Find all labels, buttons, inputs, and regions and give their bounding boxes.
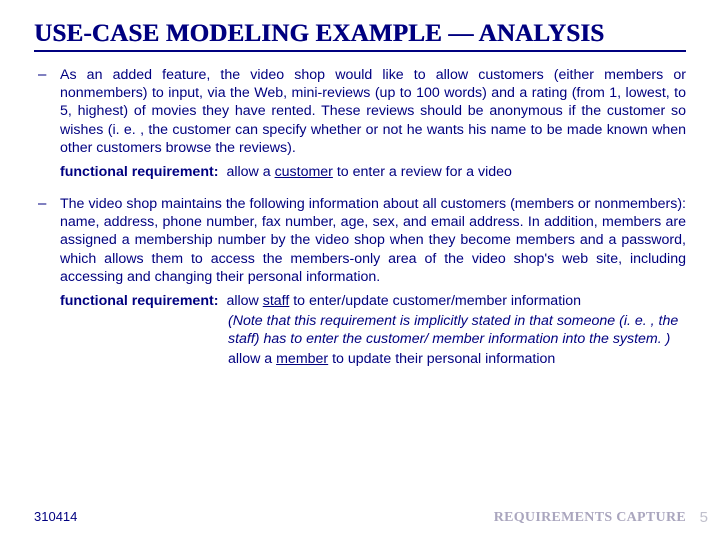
fr-text: to update their personal information: [328, 351, 555, 367]
fr-label: functional requirement:: [60, 163, 218, 181]
fr-body: allow staff to enter/update customer/mem…: [226, 292, 686, 310]
slide: USE-CASE MODELING EXAMPLE — ANALYSIS As …: [0, 0, 720, 540]
fr-text: to enter a review for a video: [333, 164, 512, 180]
footer: 310414 REQUIREMENTS CAPTURE 5: [34, 509, 686, 526]
fr-actor: customer: [275, 164, 333, 180]
list-item: The video shop maintains the following i…: [34, 195, 686, 369]
fr-actor: staff: [263, 293, 290, 309]
list-item: As an added feature, the video shop woul…: [34, 66, 686, 181]
fr-note: (Note that this requirement is implicitl…: [228, 312, 686, 348]
paragraph: As an added feature, the video shop woul…: [60, 66, 686, 157]
functional-requirement: functional requirement: allow staff to e…: [60, 292, 686, 310]
footer-section: REQUIREMENTS CAPTURE: [494, 510, 686, 526]
paragraph: The video shop maintains the following i…: [60, 195, 686, 286]
fr-label: functional requirement:: [60, 292, 218, 310]
page-number: 5: [700, 509, 708, 526]
footer-code: 310414: [34, 509, 77, 524]
functional-requirement: functional requirement: allow a customer…: [60, 163, 686, 181]
fr-text: allow a: [228, 351, 276, 367]
bullet-list: As an added feature, the video shop woul…: [34, 66, 686, 369]
functional-requirement-2: allow a member to update their personal …: [228, 350, 686, 368]
fr-actor: member: [276, 351, 328, 367]
fr-text: allow: [226, 293, 262, 309]
fr-text: allow a: [226, 164, 274, 180]
fr-body: allow a customer to enter a review for a…: [226, 163, 686, 181]
slide-title: USE-CASE MODELING EXAMPLE — ANALYSIS: [34, 20, 686, 52]
fr-text: to enter/update customer/member informat…: [289, 293, 581, 309]
